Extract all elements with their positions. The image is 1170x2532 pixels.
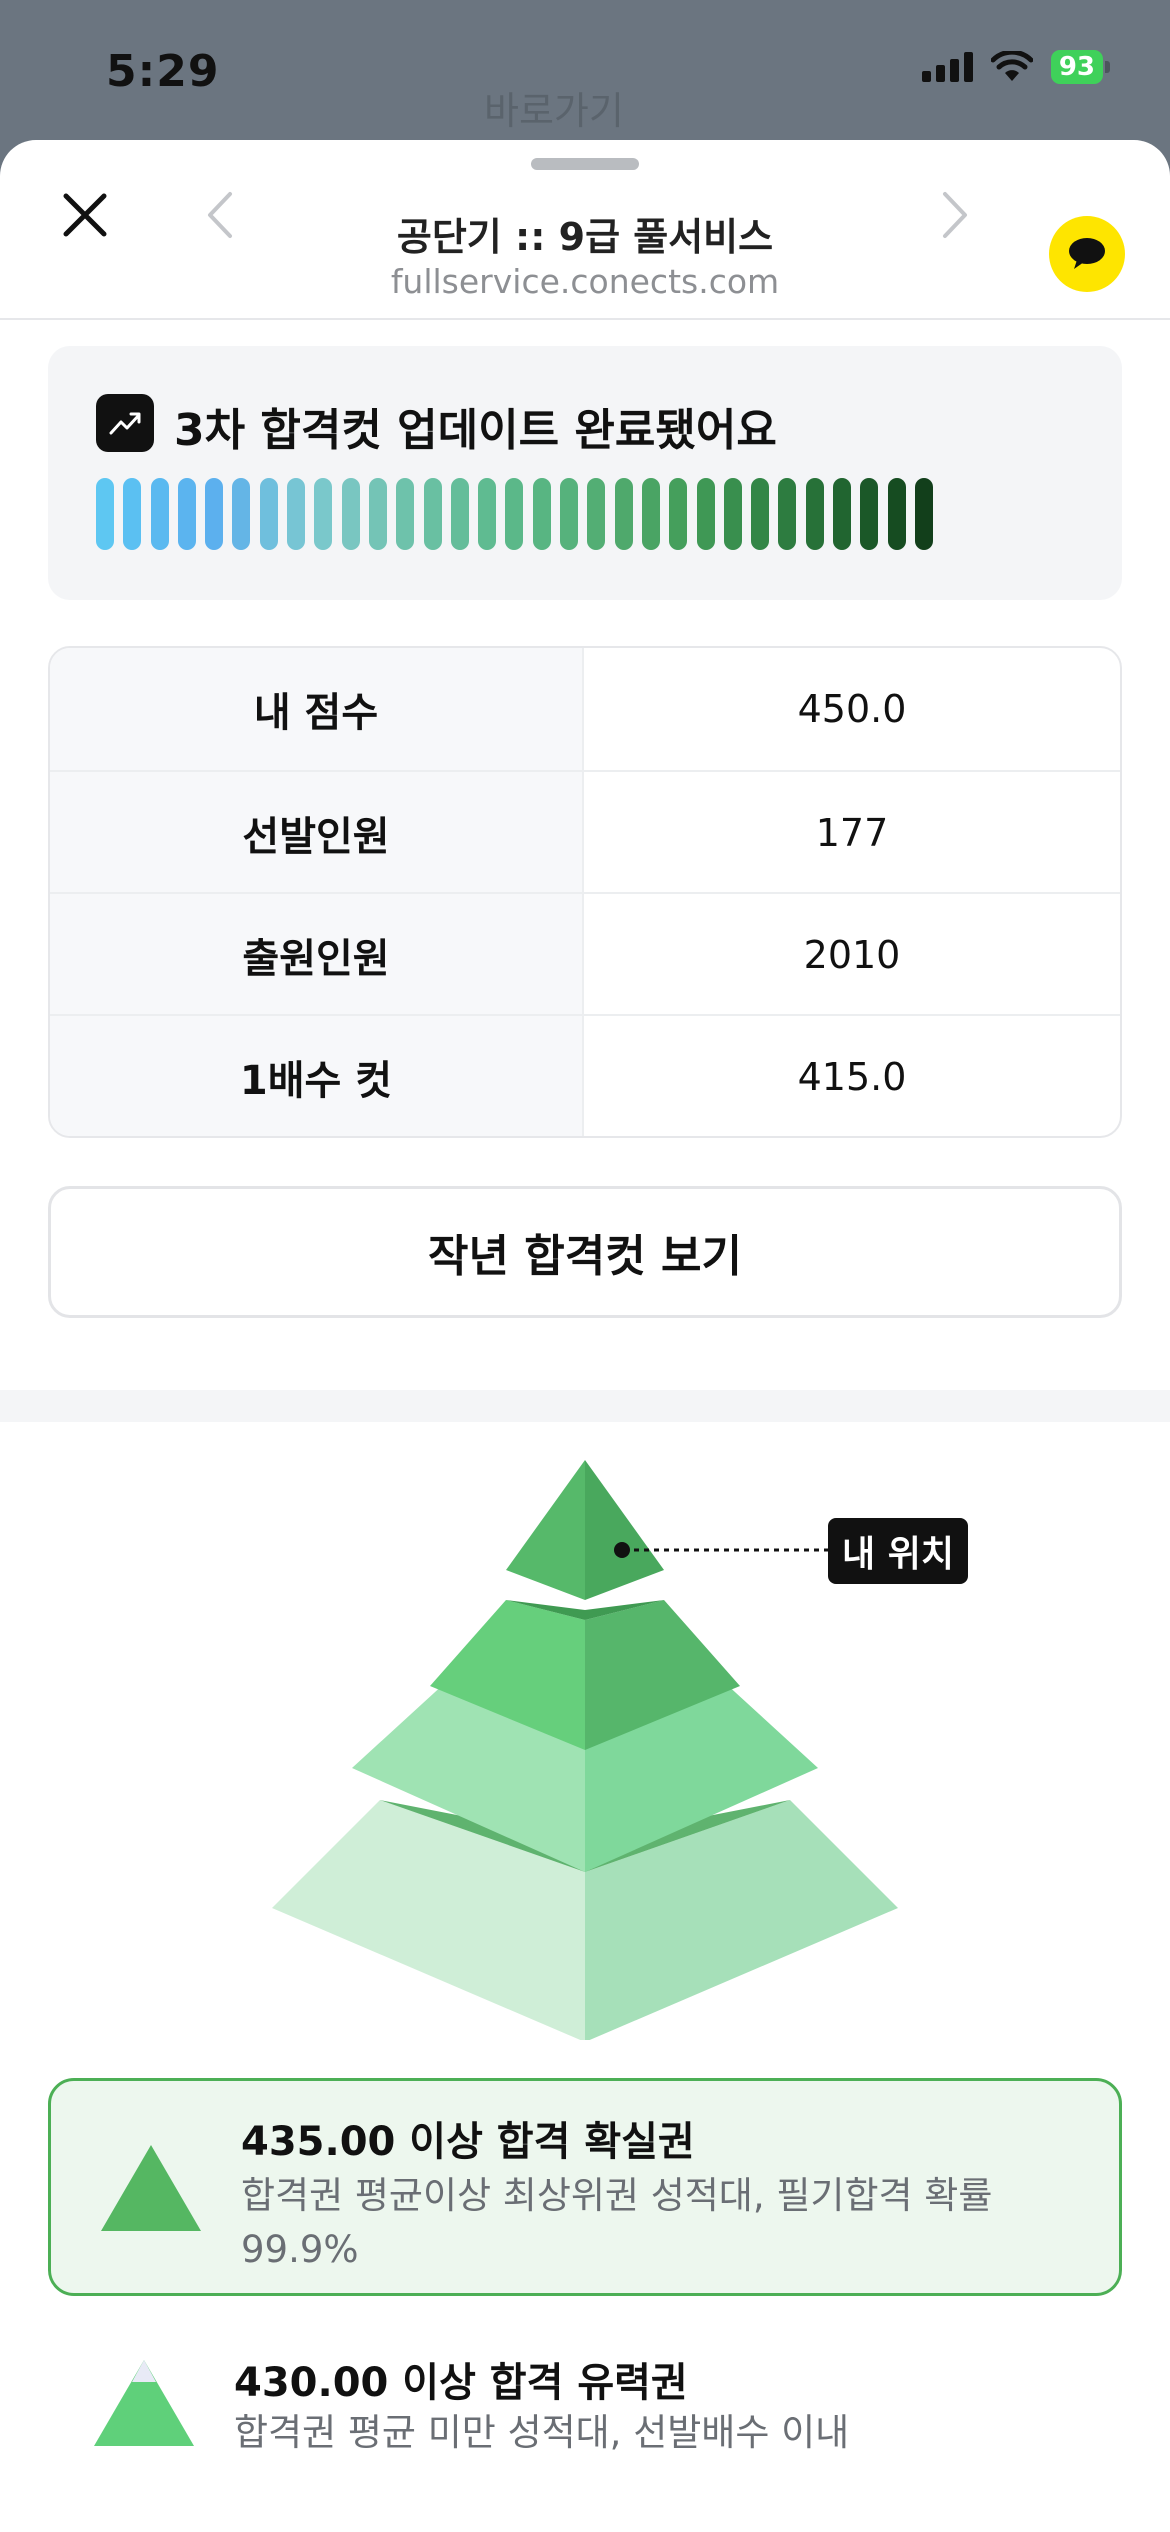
stat-label: 출원인원 — [50, 894, 584, 1016]
progress-bar-segment — [887, 478, 906, 550]
tier-card-likely[interactable]: 430.00 이상 합격 유력권 합격권 평균 미만 성적대, 선발배수 이내 — [48, 2326, 1122, 2476]
progress-bar-segment — [751, 478, 770, 550]
progress-bar-segment — [150, 478, 169, 550]
progress-bar-segment — [860, 478, 879, 550]
speech-bubble-icon — [1069, 238, 1105, 269]
stat-value: 2010 — [803, 933, 901, 977]
stat-label: 1배수 컷 — [50, 1016, 584, 1136]
tier-title: 430.00 이상 합격 유력권 — [234, 2360, 688, 2406]
progress-bar-segment — [833, 478, 852, 550]
section-divider — [0, 1390, 1170, 1422]
progress-bars — [96, 478, 933, 550]
header-divider — [0, 318, 1170, 320]
kakao-chat-button[interactable] — [1049, 216, 1125, 292]
forward-button[interactable] — [915, 170, 995, 260]
status-icons: 93 — [921, 50, 1110, 84]
progress-bar-segment — [587, 478, 606, 550]
progress-bar-segment — [778, 478, 797, 550]
my-position-label: 내 위치 — [828, 1518, 968, 1584]
stat-value: 450.0 — [797, 687, 907, 731]
status-time: 5:29 — [106, 46, 220, 97]
progress-bar-segment — [450, 478, 469, 550]
progress-bar-segment — [423, 478, 442, 550]
page-title: 공단기 :: 9급 풀서비스 — [396, 215, 774, 259]
back-button[interactable] — [180, 170, 260, 260]
progress-bar-segment — [314, 478, 333, 550]
rank-pyramid-illustration — [272, 1460, 898, 2040]
progress-bar-segment — [723, 478, 742, 550]
tier-title: 435.00 이상 합격 확실권 — [241, 2119, 695, 2165]
progress-bar-segment — [805, 478, 824, 550]
tier-card-certain[interactable]: 435.00 이상 합격 확실권 합격권 평균이상 최상위권 성적대, 필기합격… — [48, 2078, 1122, 2296]
battery-icon: 93 — [1050, 50, 1110, 84]
update-message: 3차 합격컷 업데이트 완료됐어요 — [174, 405, 777, 456]
progress-bar-segment — [478, 478, 497, 550]
progress-bar-segment — [259, 478, 278, 550]
update-notice-card: 3차 합격컷 업데이트 완료됐어요 — [48, 346, 1122, 600]
progress-bar-segment — [96, 478, 114, 550]
table-row: 선발인원 177 — [50, 770, 1120, 894]
stat-label: 내 점수 — [50, 648, 584, 770]
progress-bar-segment — [641, 478, 660, 550]
progress-bar-segment — [532, 478, 551, 550]
stat-value: 177 — [815, 811, 889, 855]
progress-bar-segment — [396, 478, 415, 550]
progress-bar-segment — [368, 478, 387, 550]
progress-bar-segment — [696, 478, 715, 550]
close-icon — [63, 193, 107, 237]
wifi-icon — [990, 51, 1033, 81]
stat-value: 415.0 — [797, 1055, 907, 1099]
progress-bar-segment — [914, 478, 933, 550]
progress-bar-segment — [560, 478, 579, 550]
battery-level: 93 — [1050, 50, 1103, 84]
progress-bar-segment — [177, 478, 196, 550]
progress-bar-segment — [614, 478, 633, 550]
last-year-cutline-button[interactable]: 작년 합격컷 보기 — [48, 1186, 1122, 1318]
progress-bar-segment — [123, 478, 142, 550]
close-button[interactable] — [40, 170, 130, 260]
table-row: 1배수 컷 415.0 — [50, 1014, 1120, 1136]
green-pyramid-icon — [94, 2360, 194, 2446]
stat-label: 선발인원 — [50, 772, 584, 894]
table-row: 내 점수 450.0 — [50, 648, 1120, 770]
status-bar: 5:29 바로가기 93 — [0, 0, 1170, 150]
progress-bar-segment — [341, 478, 360, 550]
sheet-grabber[interactable] — [531, 158, 639, 170]
cellular-signal-icon — [921, 52, 973, 82]
progress-bar-segment — [287, 478, 306, 550]
progress-bar-segment — [232, 478, 251, 550]
trend-up-icon — [96, 394, 154, 452]
green-pyramid-icon — [101, 2145, 201, 2231]
progress-bar-segment — [669, 478, 688, 550]
chevron-right-icon — [943, 192, 967, 238]
chevron-left-icon — [208, 192, 232, 238]
progress-bar-segment — [505, 478, 524, 550]
progress-bar-segment — [205, 478, 224, 550]
tier-description: 합격권 평균이상 최상위권 성적대, 필기합격 확률 99.9% — [241, 2174, 993, 2271]
score-stats-table: 내 점수 450.0 선발인원 177 출원인원 2010 1배수 컷 415.… — [48, 646, 1122, 1138]
page-url: fullservice.conects.com — [390, 262, 780, 301]
table-row: 출원인원 2010 — [50, 892, 1120, 1016]
tier-description: 합격권 평균 미만 성적대, 선발배수 이내 — [234, 2411, 850, 2454]
background-page-title: 바로가기 — [484, 89, 624, 133]
